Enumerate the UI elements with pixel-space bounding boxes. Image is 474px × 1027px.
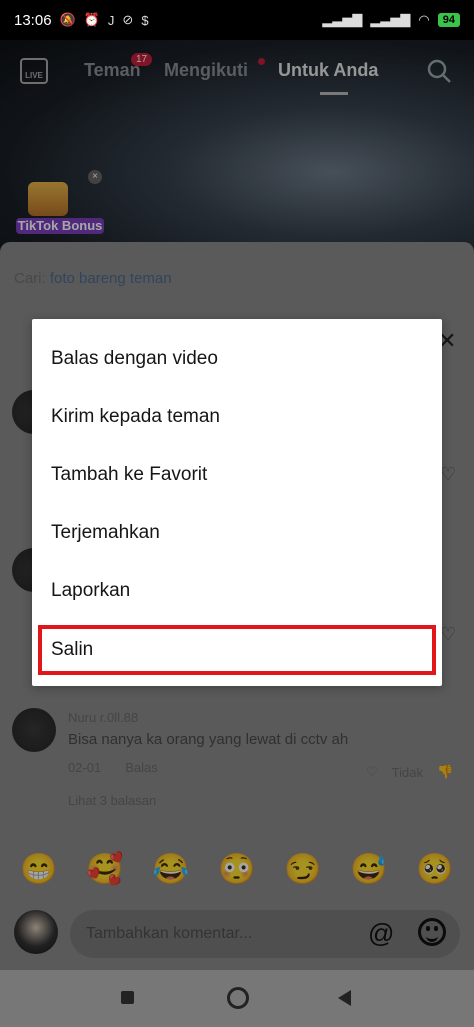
status-bar: 13:06 🔕 ⏰ J ⊘ $ ▂▃▅▇ ▂▃▅▇ ◠ 94 xyxy=(0,0,474,40)
wifi-icon: ◠ xyxy=(418,12,430,27)
alarm-icon: ⏰ xyxy=(83,12,100,27)
app-icon: J xyxy=(107,12,115,28)
clock: 13:06 xyxy=(14,11,52,29)
menu-item-add-favorite[interactable]: Tambah ke Favorit xyxy=(32,446,442,504)
back-icon[interactable] xyxy=(338,990,351,1006)
battery-indicator: 94 xyxy=(437,13,460,27)
comment-options-menu: Balas dengan video Kirim kepada teman Ta… xyxy=(32,319,442,686)
menu-item-reply-video[interactable]: Balas dengan video xyxy=(32,330,442,388)
signal-2-icon: ▂▃▅▇ xyxy=(370,12,411,27)
menu-item-translate[interactable]: Terjemahkan xyxy=(32,504,442,562)
shop-icon: $ xyxy=(141,12,149,28)
menu-item-send-to-friend[interactable]: Kirim kepada teman xyxy=(32,388,442,446)
system-navigation-bar xyxy=(0,970,474,1027)
recents-icon[interactable] xyxy=(121,991,134,1004)
menu-item-copy[interactable]: Salin xyxy=(38,625,436,675)
menu-item-report[interactable]: Laporkan xyxy=(32,562,442,620)
signal-icon: ▂▃▅▇ xyxy=(322,12,363,27)
mute-icon: 🔕 xyxy=(59,12,76,27)
compass-icon: ⊘ xyxy=(122,12,134,27)
home-icon[interactable] xyxy=(227,987,249,1009)
